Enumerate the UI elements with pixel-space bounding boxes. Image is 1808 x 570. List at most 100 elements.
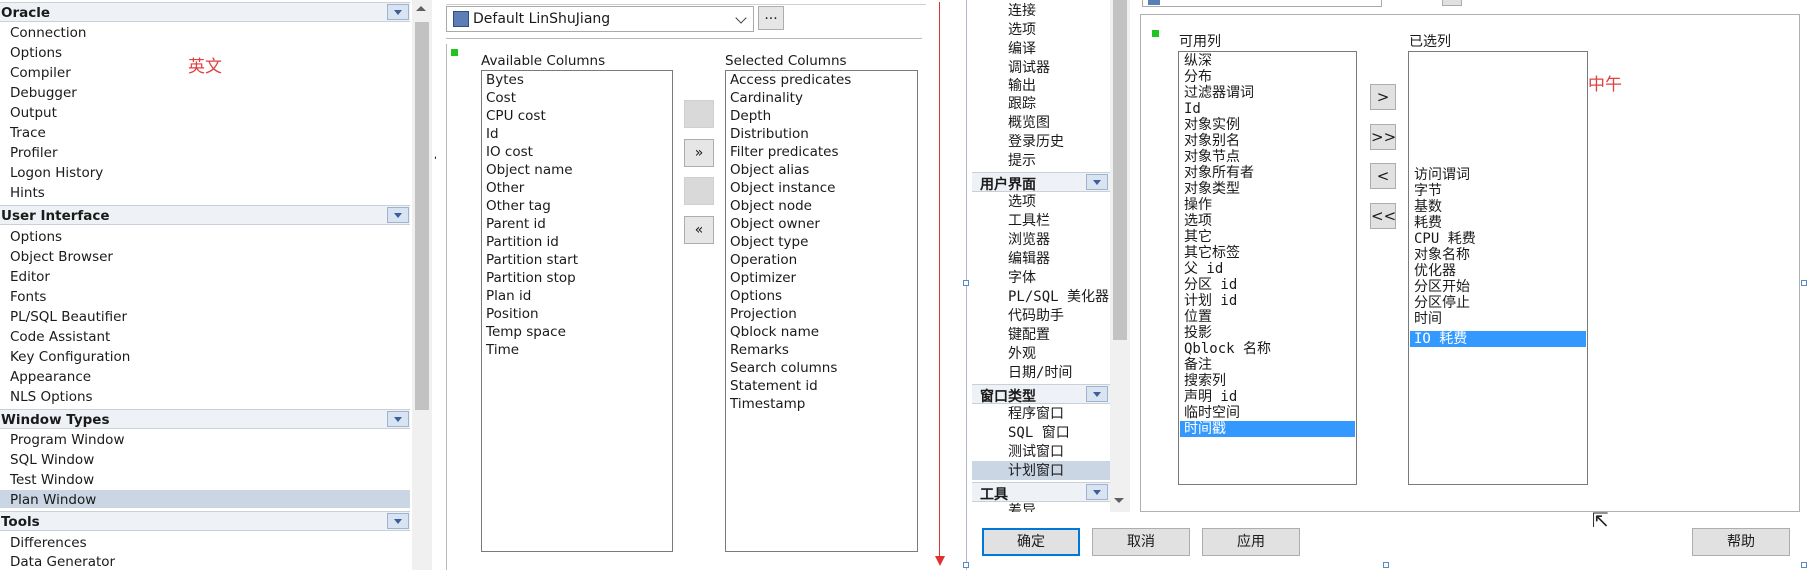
tree-item[interactable]: 日期/时间 xyxy=(1008,364,1072,382)
resize-handle[interactable] xyxy=(1801,280,1807,286)
list-item[interactable]: 分区开始 xyxy=(1414,279,1470,295)
section-window-types[interactable]: Window Types xyxy=(0,409,410,429)
list-item[interactable]: Partition id xyxy=(486,234,559,250)
tree-item[interactable]: Editor xyxy=(10,269,50,285)
available-columns-list[interactable]: Bytes Cost CPU cost Id IO cost Object na… xyxy=(481,70,673,552)
list-item[interactable]: Operation xyxy=(730,252,797,268)
tree-item[interactable]: SQL 窗口 xyxy=(1008,424,1070,442)
apply-button[interactable]: 应用 xyxy=(1202,528,1300,556)
add-all-button[interactable]: » xyxy=(684,139,714,167)
list-item[interactable]: Time xyxy=(486,342,519,358)
list-item[interactable]: Other tag xyxy=(486,198,551,214)
list-item[interactable]: 时间 xyxy=(1414,311,1442,327)
section-window-types-cn[interactable]: 窗口类型 xyxy=(972,384,1110,405)
list-item[interactable]: 投影 xyxy=(1184,325,1212,341)
list-item[interactable]: Optimizer xyxy=(730,270,796,286)
tree-item[interactable]: 输出 xyxy=(1008,77,1036,95)
list-item[interactable]: 过滤器谓词 xyxy=(1184,85,1254,101)
add-button[interactable] xyxy=(684,100,714,128)
list-item[interactable]: Qblock 名称 xyxy=(1184,341,1271,357)
tree-item[interactable]: 程序窗口 xyxy=(1008,405,1064,423)
section-tools[interactable]: Tools xyxy=(0,511,410,531)
list-item[interactable]: 对象类型 xyxy=(1184,181,1240,197)
list-item[interactable]: Search columns xyxy=(730,360,837,376)
tree-item[interactable]: 选项 xyxy=(1008,21,1036,39)
list-item[interactable]: Statement id xyxy=(730,378,818,394)
list-item[interactable]: Projection xyxy=(730,306,797,322)
chevron-down-icon[interactable] xyxy=(387,411,409,427)
list-item[interactable]: 优化器 xyxy=(1414,263,1456,279)
list-item[interactable]: 字节 xyxy=(1414,183,1442,199)
tree-item[interactable]: Profiler xyxy=(10,145,58,161)
list-item[interactable]: Temp space xyxy=(486,324,566,340)
tree-item[interactable]: 提示 xyxy=(1008,152,1036,170)
tree-item[interactable]: Options xyxy=(10,45,62,61)
add-all-button[interactable]: >> xyxy=(1370,124,1396,150)
list-item[interactable]: 基数 xyxy=(1414,199,1442,215)
list-item[interactable]: 分布 xyxy=(1184,69,1212,85)
tree-item[interactable]: Fonts xyxy=(10,289,46,305)
tree-item[interactable]: Code Assistant xyxy=(10,329,110,345)
available-columns-list[interactable]: 纵深 分布 过滤器谓词 Id 对象实例 对象别名 对象节点 对象所有者 对象类型… xyxy=(1178,51,1357,485)
resize-handle[interactable] xyxy=(1801,562,1807,568)
tree-item[interactable]: 工具栏 xyxy=(1008,212,1050,230)
list-item[interactable]: CPU 耗费 xyxy=(1414,231,1476,247)
cancel-button[interactable]: 取消 xyxy=(1092,528,1190,556)
list-item[interactable]: CPU cost xyxy=(486,108,546,124)
help-button[interactable]: 帮助 xyxy=(1692,528,1790,556)
remove-button[interactable] xyxy=(684,177,714,205)
tree-item[interactable]: 测试窗口 xyxy=(1008,443,1064,461)
list-item[interactable]: Options xyxy=(730,288,782,304)
list-item[interactable]: 选项 xyxy=(1184,213,1212,229)
list-item[interactable]: Id xyxy=(486,126,499,142)
list-item[interactable]: Filter predicates xyxy=(730,144,839,160)
list-item[interactable]: Depth xyxy=(730,108,771,124)
chevron-down-icon[interactable] xyxy=(735,12,747,24)
scrollbar-thumb[interactable] xyxy=(415,22,429,410)
list-item[interactable]: Cost xyxy=(486,90,516,106)
tree-item[interactable]: 跟踪 xyxy=(1008,95,1036,113)
list-item[interactable]: Qblock name xyxy=(730,324,819,340)
tree-item[interactable]: 浏览器 xyxy=(1008,231,1050,249)
scrollbar-thumb[interactable] xyxy=(1113,0,1127,340)
tree-item[interactable]: Differences xyxy=(10,535,87,551)
tree-item[interactable]: SQL Window xyxy=(10,452,94,468)
section-oracle[interactable]: Oracle xyxy=(0,2,410,22)
list-item[interactable]: Access predicates xyxy=(730,72,851,88)
tree-item[interactable]: Connection xyxy=(10,25,86,41)
resize-handle[interactable] xyxy=(963,280,969,286)
list-item[interactable]: Remarks xyxy=(730,342,789,358)
list-item[interactable]: 其它 xyxy=(1184,229,1212,245)
tree-item-selected[interactable]: 计划窗口 xyxy=(1008,462,1064,480)
list-item[interactable]: 分区 id xyxy=(1184,277,1237,293)
tree-item[interactable]: Compiler xyxy=(10,65,71,81)
chevron-down-icon[interactable] xyxy=(1086,484,1108,500)
chevron-down-icon[interactable] xyxy=(1086,174,1108,190)
tree-item[interactable]: 登录历史 xyxy=(1008,133,1064,151)
list-item[interactable]: 对象名称 xyxy=(1414,247,1470,263)
section-tools-cn[interactable]: 工具 xyxy=(972,482,1110,503)
tree-item[interactable]: PL/SQL Beautifier xyxy=(10,309,127,325)
ok-button[interactable]: 确定 xyxy=(982,528,1080,556)
list-item[interactable]: 备注 xyxy=(1184,357,1212,373)
list-item[interactable]: 对象别名 xyxy=(1184,133,1240,149)
section-user-interface[interactable]: User Interface xyxy=(0,205,410,225)
list-item[interactable]: Plan id xyxy=(486,288,531,304)
list-item[interactable]: Position xyxy=(486,306,539,322)
tree-item[interactable]: Output xyxy=(10,105,57,121)
list-item[interactable]: Timestamp xyxy=(730,396,805,412)
tree-item[interactable]: Object Browser xyxy=(10,249,113,265)
list-item[interactable]: Object node xyxy=(730,198,812,214)
tree-item[interactable]: Debugger xyxy=(10,85,77,101)
list-item[interactable]: Bytes xyxy=(486,72,524,88)
list-item[interactable]: 计划 id xyxy=(1184,293,1237,309)
tree-item[interactable]: Program Window xyxy=(10,432,124,448)
tree-item-selected[interactable]: Plan Window xyxy=(10,492,96,508)
tree-item[interactable]: Logon History xyxy=(10,165,103,181)
tree-item[interactable]: 连接 xyxy=(1008,2,1036,20)
list-item[interactable]: 纵深 xyxy=(1184,53,1212,69)
template-more-button[interactable] xyxy=(1442,0,1462,6)
tree-item[interactable]: 外观 xyxy=(1008,345,1036,363)
add-button[interactable]: > xyxy=(1370,84,1396,110)
list-item[interactable]: 临时空间 xyxy=(1184,405,1240,421)
